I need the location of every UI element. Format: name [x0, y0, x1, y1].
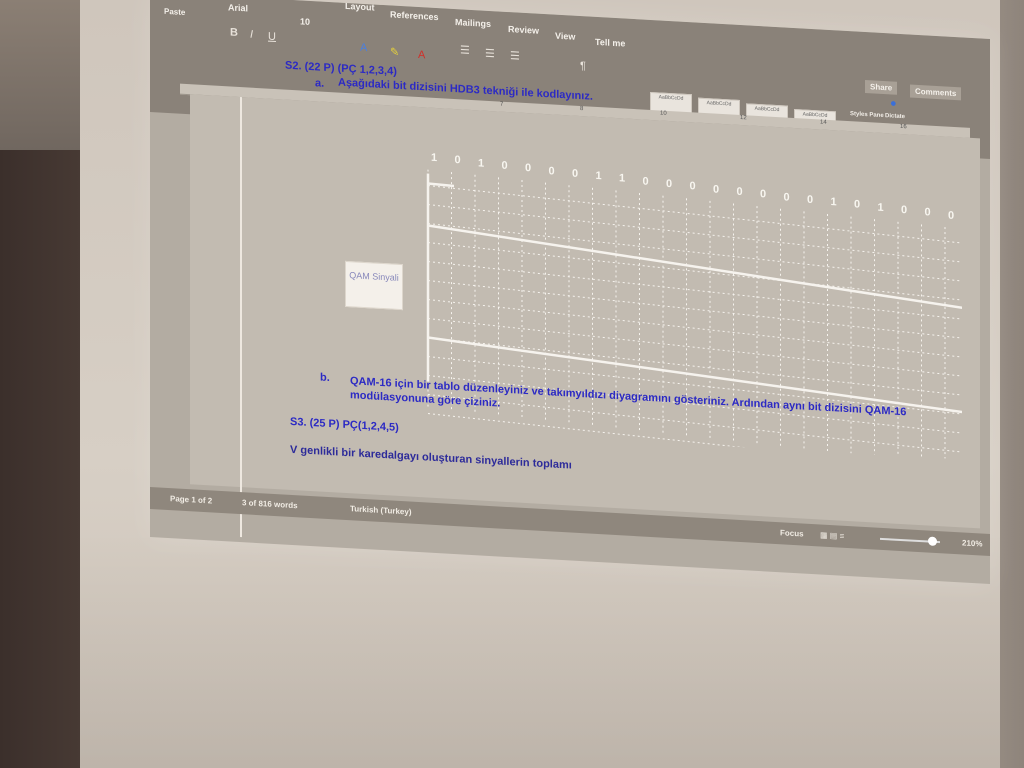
zoom-slider-knob[interactable]: [928, 536, 937, 547]
axis-upper: [427, 224, 962, 312]
paste-button[interactable]: Paste: [164, 7, 185, 17]
bit-2: 1: [477, 156, 485, 170]
page-margin-line: [240, 97, 242, 538]
ruler-tick: 7: [500, 101, 504, 108]
page-count[interactable]: Page 1 of 2: [170, 494, 212, 505]
question-3-text: V genlikli bir karedalgayı oluşturan sin…: [290, 443, 572, 472]
qam-signal-textbox[interactable]: QAM Sinyali: [345, 260, 403, 311]
comments-button[interactable]: Comments: [910, 84, 962, 101]
bold-icon[interactable]: B: [230, 26, 238, 38]
styles-pane-button[interactable]: Styles Pane: [850, 111, 884, 119]
tab-review[interactable]: Review: [508, 24, 539, 36]
zoom-level[interactable]: 210%: [962, 538, 982, 548]
ruler-tick: 12: [740, 114, 747, 122]
bit-1: 0: [454, 154, 461, 167]
projected-word-window: Paste Arial 10 Layout References Mailing…: [150, 0, 990, 584]
font-name-field[interactable]: Arial: [228, 2, 248, 13]
share-button[interactable]: Share: [865, 79, 898, 95]
ruler-tick: 10: [660, 110, 667, 117]
bit-3: 0: [501, 159, 508, 172]
font-size-field[interactable]: 10: [300, 16, 310, 27]
signal-start-segment: [427, 182, 455, 188]
document-page[interactable]: S2. (22 P) (PÇ 1,2,3,4) a. Aşağıdaki bit…: [190, 60, 980, 538]
ruler-tick: 14: [820, 119, 827, 126]
grid-hline: [427, 280, 962, 340]
focus-button[interactable]: Focus: [780, 528, 804, 538]
microphone-icon[interactable]: ●: [890, 97, 897, 109]
font-color-icon[interactable]: A: [418, 49, 425, 61]
ruler-tick: 8: [580, 106, 584, 113]
tab-view[interactable]: View: [555, 31, 575, 42]
italic-icon[interactable]: I: [250, 29, 253, 41]
grid-hline: [427, 261, 962, 321]
tell-me-search[interactable]: Tell me: [595, 37, 625, 49]
view-icons[interactable]: ▦ ▤ ≡: [820, 530, 844, 540]
word-count[interactable]: 3 of 816 words: [242, 498, 298, 510]
dictate-button[interactable]: Dictate: [885, 113, 905, 120]
bullets-icon[interactable]: ☰: [460, 43, 470, 57]
grid-hline: [427, 242, 962, 302]
language-indicator[interactable]: Turkish (Turkey): [350, 504, 412, 516]
text-effects-icon[interactable]: A: [360, 42, 367, 54]
tab-mailings[interactable]: Mailings: [455, 17, 491, 29]
grid-hline: [427, 413, 962, 460]
underline-icon[interactable]: U: [268, 31, 276, 43]
tab-references[interactable]: References: [390, 9, 439, 22]
pilcrow-icon[interactable]: ¶: [580, 60, 586, 72]
bit-0: 1: [430, 151, 438, 165]
question-2b-label: b.: [320, 371, 330, 385]
question-3-heading: S3. (25 P) PÇ(1,2,4,5): [290, 415, 399, 434]
multilevel-list-icon[interactable]: ☰: [510, 49, 520, 63]
grid-hline: [427, 204, 962, 264]
grid-hline: [427, 185, 962, 245]
numbering-icon[interactable]: ☰: [485, 47, 495, 61]
grid-hline: [427, 223, 962, 283]
ruler-tick: 16: [900, 123, 907, 131]
qam-box-label: QAM Sinyali: [349, 270, 399, 283]
highlight-icon[interactable]: ✎: [390, 45, 399, 59]
bit-4: 0: [524, 162, 532, 175]
question-2a-label: a.: [315, 77, 325, 90]
